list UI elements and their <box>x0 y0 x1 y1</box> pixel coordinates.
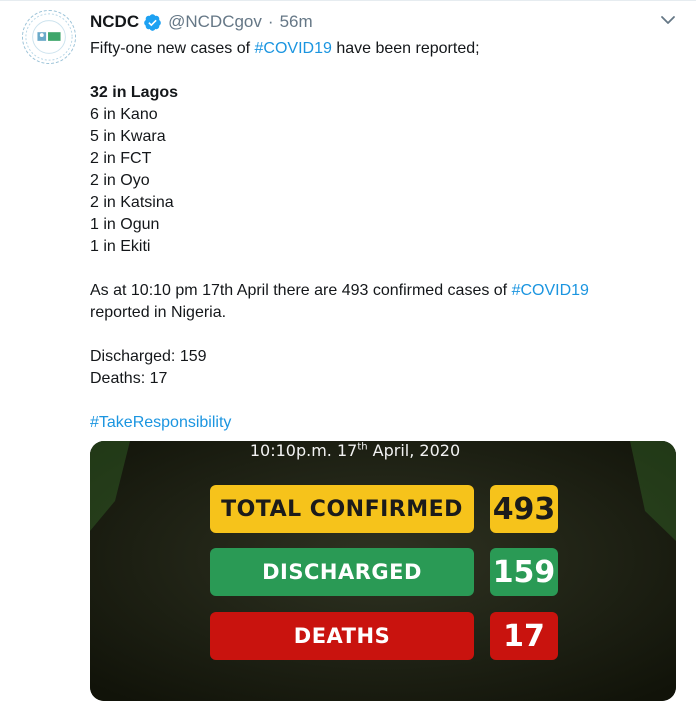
state-line: 2 in Katsina <box>90 194 174 211</box>
separator-dot: · <box>267 12 274 31</box>
state-line: 2 in FCT <box>90 150 152 167</box>
tweet-text: Fifty-one new cases of #COVID19 have bee… <box>90 38 670 434</box>
tweet-time[interactable]: 56m <box>280 12 313 32</box>
chevron-down-icon[interactable] <box>658 10 678 30</box>
summary-line: As at 10:10 pm 17th April there are 493 … <box>90 282 589 321</box>
tweet-media-image[interactable]: 10:10p.m. 17th April, 2020 TOTAL CONFIRM… <box>90 441 676 701</box>
discharged-value: 159 <box>490 548 558 596</box>
hashtag-link[interactable]: #COVID19 <box>255 40 332 57</box>
media-date: 10:10p.m. 17th April, 2020 <box>249 441 461 460</box>
state-line: 32 in Lagos <box>90 84 179 101</box>
intro-line: Fifty-one new cases of #COVID19 have bee… <box>90 40 480 57</box>
state-line: 2 in Oyo <box>90 172 150 189</box>
state-line: 1 in Ekiti <box>90 238 151 255</box>
hashtag-link[interactable]: #COVID19 <box>512 282 589 299</box>
avatar[interactable] <box>22 10 76 64</box>
author-handle[interactable]: @NCDCgov <box>168 12 262 32</box>
state-line: 1 in Ogun <box>90 216 160 233</box>
author-name[interactable]: NCDC <box>90 12 139 32</box>
tweet-header: NCDC @NCDCgov · 56m <box>90 11 313 33</box>
state-line: 5 in Kwara <box>90 128 166 145</box>
deaths-value: 17 <box>490 612 558 660</box>
hashtag-link[interactable]: #TakeResponsibility <box>90 412 670 434</box>
deaths-line: Deaths: 17 <box>90 370 168 387</box>
deaths-label: DEATHS <box>210 612 474 660</box>
total-confirmed-label: TOTAL CONFIRMED <box>210 485 474 533</box>
ncdc-logo-icon <box>25 13 73 61</box>
state-line: 6 in Kano <box>90 106 158 123</box>
discharged-label: DISCHARGED <box>210 548 474 596</box>
total-confirmed-value: 493 <box>490 485 558 533</box>
verified-badge-icon <box>144 13 161 31</box>
top-divider <box>0 0 696 1</box>
discharged-line: Discharged: 159 <box>90 348 207 365</box>
